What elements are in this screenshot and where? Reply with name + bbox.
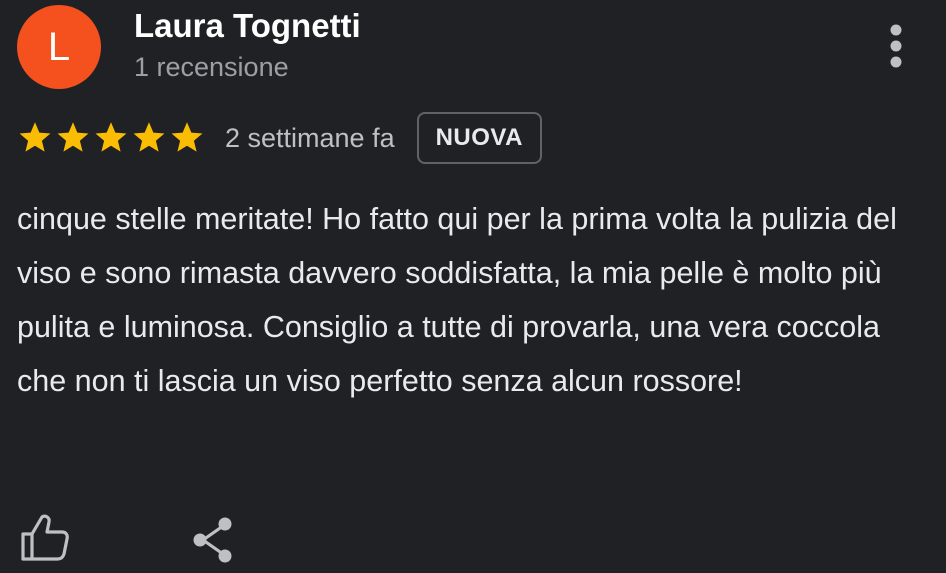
review-count: 1 recensione [134,52,289,82]
star-icon [171,122,203,152]
more-vert-icon [890,24,902,68]
share-button[interactable] [190,515,236,565]
star-icon [19,122,51,152]
avatar-letter: L [47,25,71,69]
star-rating [17,120,205,156]
rating-row: 2 settimane fa NUOVA [17,110,542,166]
star-icon [133,122,165,152]
review-date: 2 settimane fa [225,122,395,153]
reviewer-name[interactable]: Laura Tognetti [134,6,361,46]
like-button[interactable] [20,512,70,562]
star-icon [95,122,127,152]
avatar[interactable]: L [17,5,101,89]
more-options-button[interactable] [876,20,916,72]
share-icon [193,517,232,563]
star-icon [57,122,89,152]
review-text: cinque stelle meritate! Ho fatto qui per… [17,202,897,398]
thumb-up-icon [21,514,69,561]
new-badge: NUOVA [416,112,542,164]
